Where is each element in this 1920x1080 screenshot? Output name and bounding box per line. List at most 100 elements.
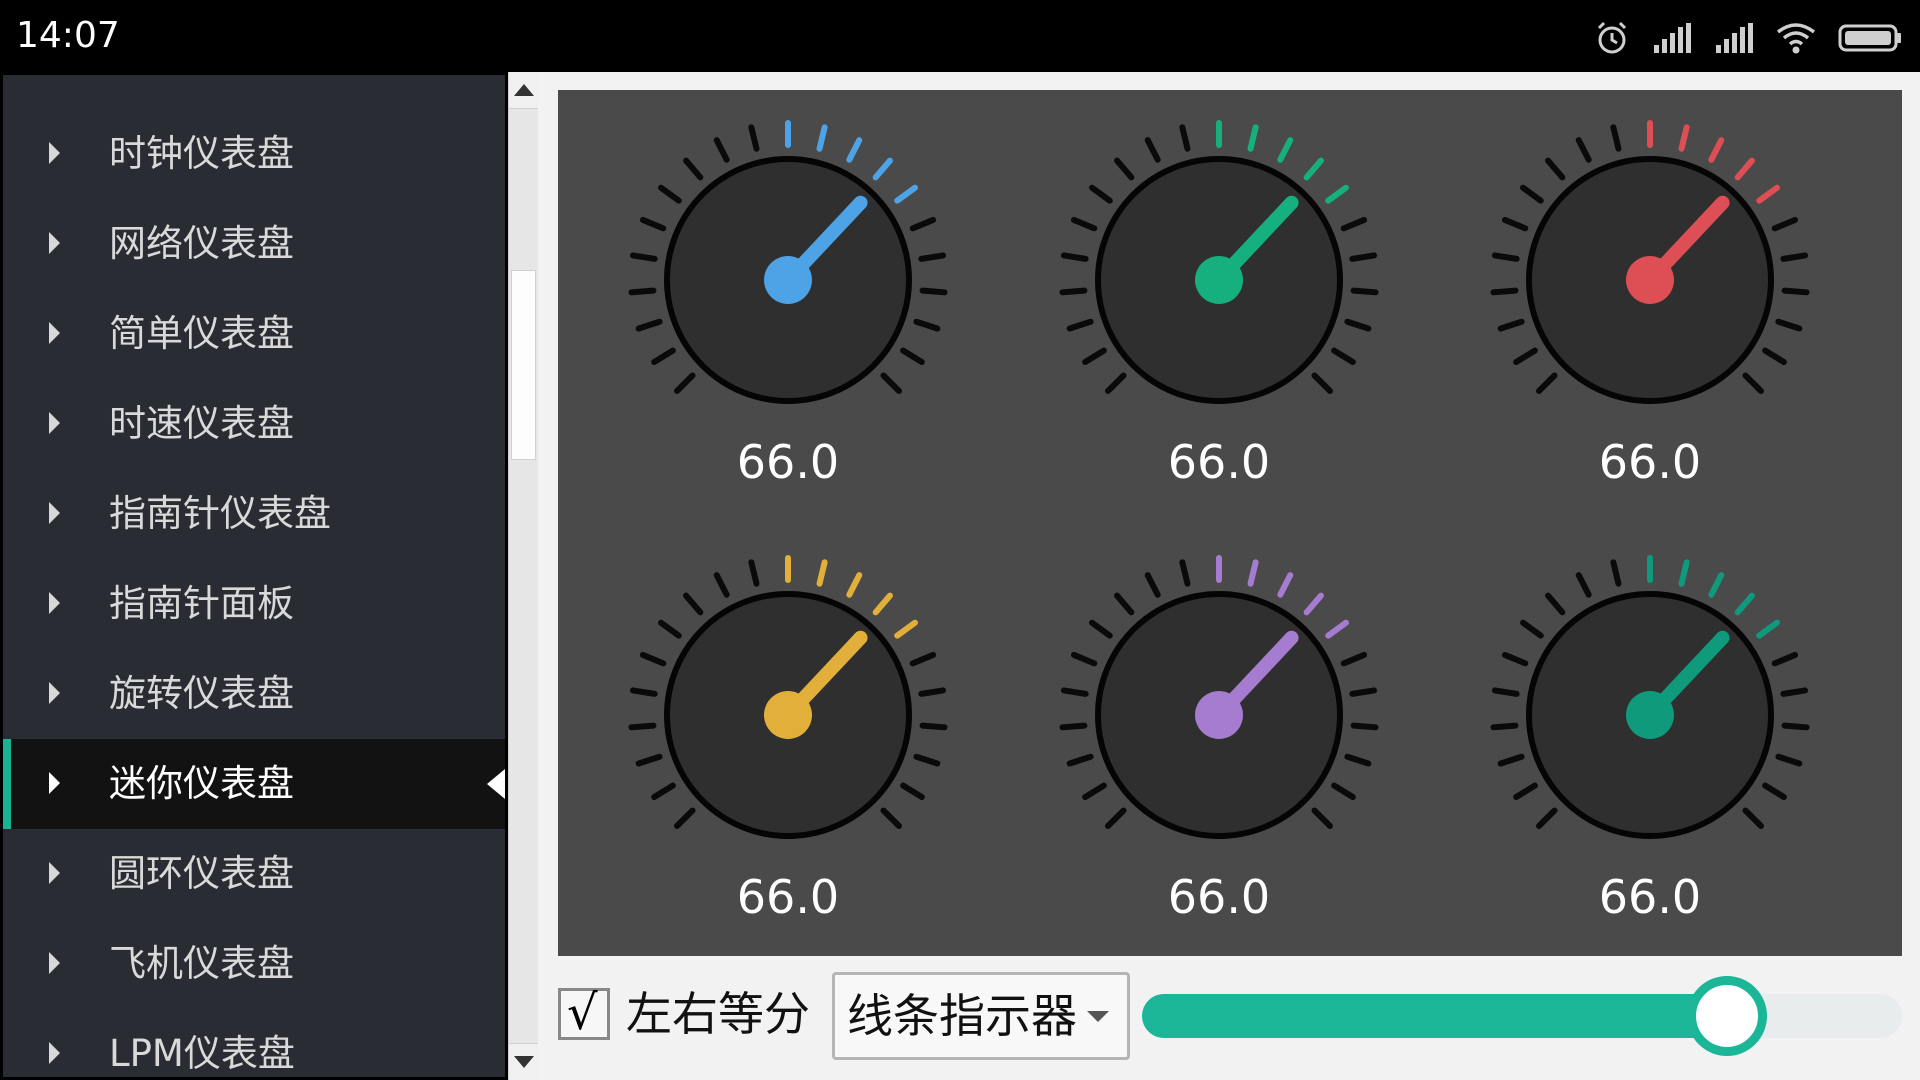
status-time: 14:07 bbox=[16, 15, 120, 56]
gauge-tick bbox=[1088, 184, 1113, 204]
gauge-tick bbox=[900, 347, 925, 366]
sidebar-item-mini-gauge[interactable]: 迷你仪表盘 bbox=[3, 739, 505, 829]
gauge-tick bbox=[894, 619, 919, 639]
gauge-tick bbox=[1088, 619, 1113, 639]
slider-fill bbox=[1142, 994, 1728, 1038]
gauge-tick bbox=[1344, 753, 1372, 767]
gauge-tick bbox=[651, 782, 676, 801]
gauge-tick bbox=[639, 651, 667, 667]
gauge-tick bbox=[1708, 137, 1725, 163]
gauge-tick bbox=[1491, 252, 1520, 262]
gauge-tick bbox=[919, 722, 948, 731]
gauge-tick bbox=[1491, 687, 1520, 697]
mini-gauge-6: 66.0 bbox=[1435, 525, 1865, 955]
gauge-hub bbox=[764, 256, 812, 304]
sidebar-item-label: 指南针面板 bbox=[109, 582, 294, 625]
scroll-thumb[interactable] bbox=[511, 270, 536, 460]
gauge-tick bbox=[1780, 252, 1809, 262]
equal-split-checkbox[interactable]: √ bbox=[558, 985, 610, 1041]
expand-arrow-icon bbox=[49, 592, 60, 614]
sidebar-item-ring-gauge[interactable]: 圆环仪表盘 bbox=[3, 829, 505, 919]
gauge-tick bbox=[1775, 753, 1803, 767]
gauge-tick bbox=[1678, 559, 1690, 587]
expand-arrow-icon bbox=[49, 952, 60, 974]
slider-thumb[interactable] bbox=[1687, 976, 1768, 1056]
signal-icon bbox=[1716, 23, 1753, 53]
gauge-tick bbox=[1066, 753, 1094, 767]
sidebar-item-speed-gauge[interactable]: 时速仪表盘 bbox=[3, 379, 505, 469]
gauge-hub bbox=[1195, 691, 1243, 739]
gauge-tick bbox=[918, 252, 947, 262]
sidebar-item-compass-panel[interactable]: 指南针面板 bbox=[3, 559, 505, 649]
mini-gauge-3: 66.0 bbox=[1435, 90, 1865, 520]
scroll-down-button[interactable] bbox=[509, 1043, 538, 1080]
gauge-value: 66.0 bbox=[1598, 870, 1702, 924]
gauge-tick bbox=[1070, 651, 1098, 667]
gauge-tick bbox=[1545, 157, 1566, 181]
gauge-hub bbox=[1626, 691, 1674, 739]
sidebar-item-network-gauge[interactable]: 网络仪表盘 bbox=[3, 199, 505, 289]
status-bar: 14:07 bbox=[0, 0, 1920, 72]
gauge-tick bbox=[1535, 807, 1558, 830]
gauge-tick bbox=[1708, 572, 1725, 598]
sidebar-item-simple-gauge[interactable]: 简单仪表盘 bbox=[3, 289, 505, 379]
gauge-tick bbox=[1114, 157, 1135, 181]
gauge-tick bbox=[846, 137, 863, 163]
gauge-tick bbox=[1349, 252, 1378, 262]
gauge-tick bbox=[628, 287, 657, 296]
gauge-tick bbox=[1340, 216, 1368, 232]
gauge-tick bbox=[918, 687, 947, 697]
scroll-up-button[interactable] bbox=[509, 72, 538, 109]
sidebar-item-label: 迷你仪表盘 bbox=[109, 762, 294, 805]
gauge-tick bbox=[1325, 619, 1350, 639]
sidebar-item-compass-gauge[interactable]: 指南针仪表盘 bbox=[3, 469, 505, 559]
gauge-tick bbox=[628, 722, 657, 731]
gauge-tick bbox=[1780, 687, 1809, 697]
sidebar-item-label: 旋转仪表盘 bbox=[109, 672, 294, 715]
gauge-tick bbox=[1082, 782, 1107, 801]
value-slider[interactable] bbox=[1142, 976, 1902, 1056]
gauge-tick bbox=[1060, 687, 1089, 697]
sidebar-item-rotate-gauge[interactable]: 旋转仪表盘 bbox=[3, 649, 505, 739]
gauge-tick bbox=[1311, 807, 1334, 830]
gauge-tick bbox=[1350, 287, 1379, 296]
gauge-tick bbox=[1059, 722, 1088, 731]
sidebar-item-plane-gauge[interactable]: 飞机仪表盘 bbox=[3, 919, 505, 1009]
gauge-tick bbox=[1303, 157, 1324, 181]
sidebar-item-clock-gauge[interactable]: 时钟仪表盘 bbox=[3, 109, 505, 199]
gauge-tick bbox=[880, 807, 903, 830]
gauge-tick bbox=[894, 184, 919, 204]
gauge-tick bbox=[1771, 216, 1799, 232]
equal-split-label[interactable]: 左右等分 bbox=[626, 986, 810, 1042]
check-mark-icon: √ bbox=[567, 985, 598, 1041]
sidebar-nav: 时钟仪表盘 网络仪表盘 简单仪表盘 时速仪表盘 指南针仪表盘 指南针面板 旋转仪… bbox=[0, 72, 508, 1080]
gauge-tick bbox=[1734, 157, 1755, 181]
sidebar-item-label: 时速仪表盘 bbox=[109, 402, 294, 445]
gauge-tick bbox=[1678, 124, 1690, 152]
gauge-tick bbox=[1066, 318, 1094, 332]
gauge-tick bbox=[1490, 722, 1519, 731]
gauge-tick bbox=[1519, 619, 1544, 639]
expand-arrow-icon bbox=[49, 772, 60, 794]
gauge-tick bbox=[1349, 687, 1378, 697]
gauge-tick bbox=[1340, 651, 1368, 667]
gauge-tick bbox=[1734, 592, 1755, 616]
gauge-tick bbox=[1247, 559, 1259, 587]
gauge-tick bbox=[913, 318, 941, 332]
sidebar-item-lpm-gauge[interactable]: LPM仪表盘 bbox=[3, 1009, 505, 1077]
gauge-tick bbox=[1331, 347, 1356, 366]
sidebar-item-label: LPM仪表盘 bbox=[109, 1032, 295, 1075]
gauge-tick bbox=[846, 572, 863, 598]
gauge-tick bbox=[1082, 347, 1107, 366]
indicator-style-select[interactable]: 线条指示器 bbox=[832, 972, 1130, 1060]
gauge-hub bbox=[1195, 256, 1243, 304]
active-indicator bbox=[3, 739, 11, 829]
gauge-tick bbox=[673, 807, 696, 830]
gauge-tick bbox=[1277, 572, 1294, 598]
gauge-tick bbox=[629, 252, 658, 262]
gauge-tick bbox=[1771, 651, 1799, 667]
gauge-tick bbox=[1497, 318, 1525, 332]
sidebar-item-label: 网络仪表盘 bbox=[109, 222, 294, 265]
status-icons bbox=[1594, 18, 1904, 58]
sidebar-scrollbar[interactable] bbox=[508, 72, 538, 1080]
